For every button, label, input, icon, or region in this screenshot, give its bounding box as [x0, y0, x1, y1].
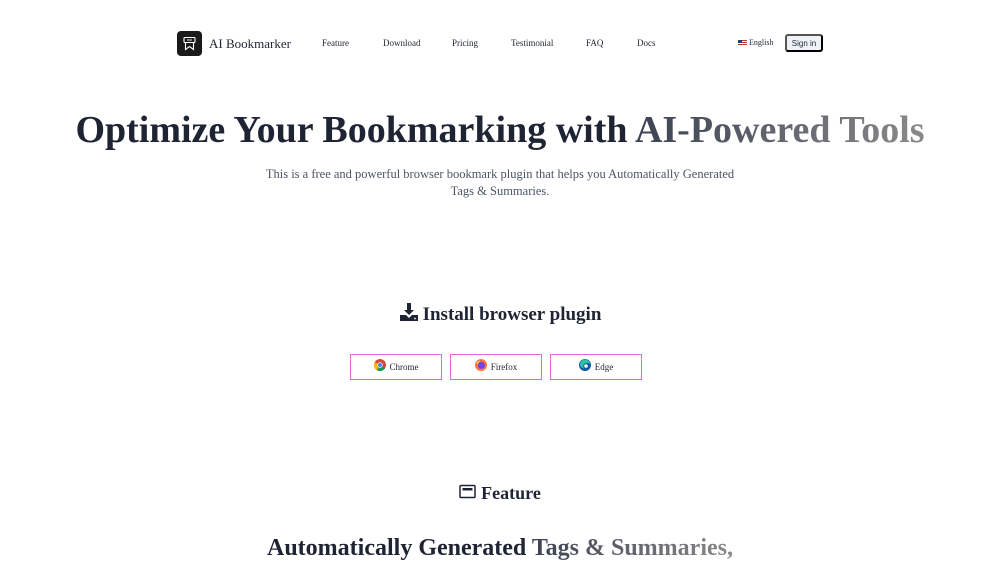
hero-title-highlight: AI-Powered Tools: [634, 109, 925, 151]
nav-link-docs[interactable]: Docs: [637, 38, 656, 48]
edge-label: Edge: [594, 362, 614, 372]
navbar: AI Bookmarker Feature Download Pricing T…: [0, 0, 1000, 88]
feature-subtitle: Automatically Generated Tags & Summaries…: [0, 535, 1000, 562]
sign-in-button[interactable]: Sign in: [785, 34, 823, 52]
language-label: English: [749, 38, 774, 47]
brand[interactable]: AI Bookmarker: [177, 31, 291, 56]
browser-buttons: Chrome Firefox Edge: [350, 354, 650, 380]
hero-title: Optimize Your Bookmarking with AI-Powere…: [0, 108, 1000, 152]
hero-subtitle: This is a free and powerful browser book…: [265, 167, 735, 198]
install-heading-text: Install browser plugin: [422, 303, 602, 325]
us-flag-icon: [738, 39, 747, 46]
firefox-button[interactable]: Firefox: [450, 354, 542, 380]
edge-button[interactable]: Edge: [550, 354, 642, 380]
edge-icon: [578, 358, 591, 376]
language-selector[interactable]: English: [738, 38, 773, 47]
install-heading: Install browser plugin: [0, 302, 1000, 327]
chrome-label: Chrome: [389, 362, 419, 372]
firefox-label: Firefox: [490, 362, 518, 372]
nav-link-faq[interactable]: FAQ: [586, 38, 603, 48]
feature-heading-text: Feature: [481, 483, 541, 503]
nav-link-testimonial[interactable]: Testimonial: [511, 38, 553, 48]
feature-heading: Feature: [0, 483, 1000, 504]
feature-subtitle-main: Automatically Generated: [267, 535, 532, 561]
feature-subtitle-highlight: Tags & Summaries,: [531, 535, 733, 561]
nav-link-pricing[interactable]: Pricing: [452, 38, 478, 48]
nav-link-feature[interactable]: Feature: [322, 38, 349, 48]
card-icon: [459, 484, 476, 504]
hero-title-main: Optimize Your Bookmarking with: [75, 109, 635, 151]
brand-name: AI Bookmarker: [209, 35, 291, 51]
nav-link-download[interactable]: Download: [383, 38, 421, 48]
chrome-button[interactable]: Chrome: [350, 354, 442, 380]
download-icon: [399, 302, 419, 327]
firefox-icon: [474, 358, 487, 376]
chrome-icon: [373, 358, 386, 376]
bookmark-logo-icon: [177, 31, 202, 56]
